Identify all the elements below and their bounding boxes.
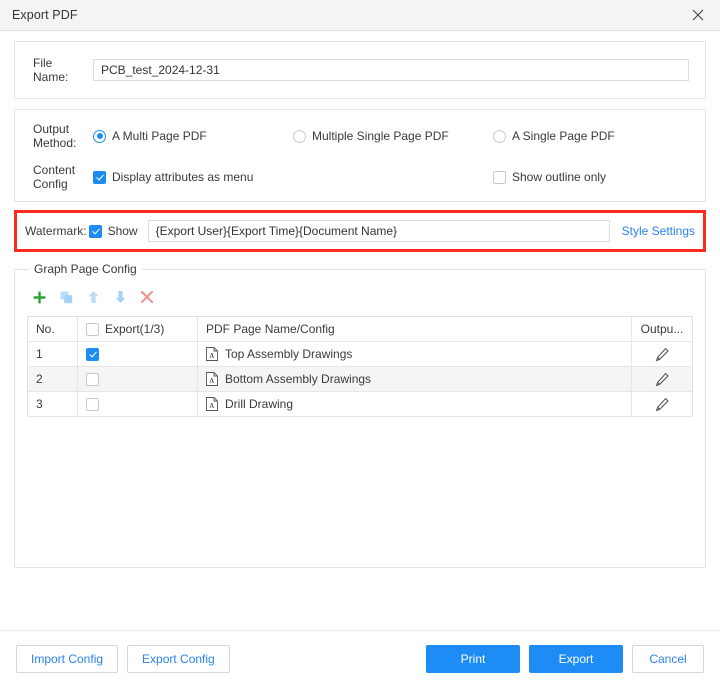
content-config-label-line2: Config xyxy=(33,177,68,191)
output-method-label: Output Method: xyxy=(33,122,93,150)
radio-a-multi-page-pdf[interactable]: A Multi Page PDF xyxy=(93,129,293,143)
file-name-label-line1: File xyxy=(33,56,53,70)
pdf-file-icon: A xyxy=(206,347,218,361)
checkbox-indicator xyxy=(493,170,506,184)
file-name-label-line2: Name: xyxy=(33,70,69,84)
cancel-button[interactable]: Cancel xyxy=(632,644,704,673)
pencil-icon[interactable] xyxy=(655,372,670,387)
table-header-row: No. Export(1/3) PDF Page Name/Config Out… xyxy=(28,317,692,342)
radio-a-single-page-pdf[interactable]: A Single Page PDF xyxy=(493,129,615,143)
radio-indicator xyxy=(293,129,306,143)
add-icon[interactable] xyxy=(31,289,47,305)
row-page-name: Bottom Assembly Drawings xyxy=(225,372,372,386)
content-config-choices: Display attributes as menu Show outline … xyxy=(93,170,689,184)
svg-text:A: A xyxy=(209,402,214,410)
output-method-choices: A Multi Page PDF Multiple Single Page PD… xyxy=(93,129,689,143)
graph-page-config-legend: Graph Page Config xyxy=(34,262,137,276)
table-row[interactable]: 1 A Top Assembly Drawings xyxy=(28,342,692,367)
row-number: 1 xyxy=(28,342,78,366)
content-config-label-line1: Content xyxy=(33,163,76,177)
duplicate-icon[interactable] xyxy=(58,289,74,305)
dialog-body: File Name: PCB_test_2024-12-31 Output Me… xyxy=(0,31,720,568)
delete-icon[interactable] xyxy=(139,289,155,305)
pdf-file-icon: A xyxy=(206,397,218,411)
checkbox-indicator xyxy=(88,224,102,238)
table-row[interactable]: 2 A Bottom Assembly Drawings xyxy=(28,367,692,392)
dialog-titlebar: Export PDF xyxy=(0,0,720,31)
export-config-button[interactable]: Export Config xyxy=(127,644,230,673)
output-method-row: Output Method: A Multi Page PDF Multiple… xyxy=(33,122,689,150)
close-button[interactable] xyxy=(676,0,720,30)
checkbox-indicator xyxy=(93,170,106,184)
radio-label: Multiple Single Page PDF xyxy=(312,129,449,143)
output-options-panel: Output Method: A Multi Page PDF Multiple… xyxy=(14,109,706,202)
watermark-text-input[interactable]: {Export User}{Export Time}{Document Name… xyxy=(147,220,610,242)
row-edit-cell[interactable] xyxy=(632,367,692,391)
checkbox-indicator xyxy=(86,372,99,386)
checkbox-show-outline-only[interactable]: Show outline only xyxy=(493,170,606,184)
row-number: 3 xyxy=(28,392,78,416)
row-export-checkbox[interactable] xyxy=(78,367,198,391)
output-method-label-line2: Method: xyxy=(33,136,77,150)
export-button[interactable]: Export xyxy=(529,644,623,673)
pencil-icon[interactable] xyxy=(655,397,670,412)
row-page-name-cell: A Top Assembly Drawings xyxy=(198,342,632,366)
pdf-file-icon: A xyxy=(206,372,218,386)
row-page-name-cell: A Drill Drawing xyxy=(198,392,632,416)
print-button[interactable]: Print xyxy=(426,644,520,673)
file-name-input[interactable]: PCB_test_2024-12-31 xyxy=(93,59,689,81)
watermark-label: Watermark: xyxy=(25,224,87,238)
column-header-output: Outpu... xyxy=(640,322,684,336)
file-name-label: File Name: xyxy=(33,56,93,84)
row-export-checkbox[interactable] xyxy=(78,392,198,416)
row-edit-cell[interactable] xyxy=(632,342,692,366)
watermark-show-checkbox[interactable]: Show xyxy=(88,224,138,238)
radio-multiple-single-page-pdf[interactable]: Multiple Single Page PDF xyxy=(293,129,493,143)
checkbox-display-attributes-as-menu[interactable]: Display attributes as menu xyxy=(93,170,493,184)
row-page-name: Drill Drawing xyxy=(225,397,294,411)
close-icon xyxy=(692,9,704,21)
content-config-row: Content Config Display attributes as men… xyxy=(33,163,689,191)
radio-label: A Single Page PDF xyxy=(512,129,615,143)
checkbox-indicator xyxy=(86,322,99,336)
watermark-highlight-box: Watermark: Show {Export User}{Export Tim… xyxy=(14,210,706,252)
graph-page-table: No. Export(1/3) PDF Page Name/Config Out… xyxy=(27,316,693,417)
watermark-row: Watermark: Show {Export User}{Export Tim… xyxy=(25,219,695,243)
checkbox-indicator xyxy=(86,347,99,361)
column-header-page-name: PDF Page Name/Config xyxy=(198,317,632,341)
output-method-label-line1: Output xyxy=(33,122,70,136)
row-edit-cell[interactable] xyxy=(632,392,692,416)
graph-page-config-toolbar xyxy=(27,282,693,316)
radio-label: A Multi Page PDF xyxy=(112,129,207,143)
radio-indicator xyxy=(93,129,106,143)
move-up-icon[interactable] xyxy=(85,289,101,305)
graph-page-config-section: Graph Page Config No. Export(1/3) PDF Pa… xyxy=(14,262,706,568)
row-export-checkbox[interactable] xyxy=(78,342,198,366)
row-page-name: Top Assembly Drawings xyxy=(225,347,353,361)
svg-text:A: A xyxy=(209,377,214,385)
import-config-button[interactable]: Import Config xyxy=(16,644,119,673)
radio-indicator xyxy=(493,129,506,143)
column-header-export[interactable]: Export(1/3) xyxy=(78,317,198,341)
watermark-show-label: Show xyxy=(107,224,138,238)
column-header-export-label: Export(1/3) xyxy=(105,322,165,336)
style-settings-link[interactable]: Style Settings xyxy=(622,224,695,238)
dialog-title: Export PDF xyxy=(12,8,78,22)
row-number: 2 xyxy=(28,367,78,391)
move-down-icon[interactable] xyxy=(112,289,128,305)
row-page-name-cell: A Bottom Assembly Drawings xyxy=(198,367,632,391)
svg-text:A: A xyxy=(209,352,214,360)
dialog-footer: Import Config Export Config Print Export… xyxy=(0,630,720,686)
content-config-label: Content Config xyxy=(33,163,93,191)
checkbox-indicator xyxy=(86,397,99,411)
file-name-section: File Name: PCB_test_2024-12-31 xyxy=(14,41,706,99)
checkbox-label: Show outline only xyxy=(512,170,607,184)
pencil-icon[interactable] xyxy=(655,347,670,362)
table-row[interactable]: 3 A Drill Drawing xyxy=(28,392,692,417)
column-header-no: No. xyxy=(28,317,78,341)
checkbox-label: Display attributes as menu xyxy=(112,170,254,184)
